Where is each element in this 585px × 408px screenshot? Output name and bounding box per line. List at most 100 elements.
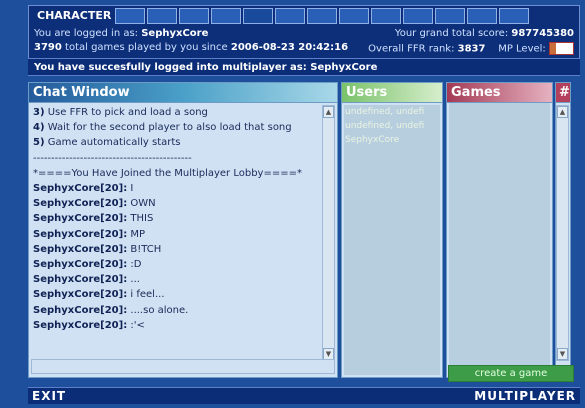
chat-message: SephyxCore[20]: ... (33, 272, 321, 287)
chat-message-prefix: SephyxCore[20]: (33, 319, 128, 331)
chat-message-prefix: SephyxCore[20]: (33, 289, 128, 301)
chat-message: ----------------------------------------… (33, 151, 321, 166)
chat-message: 5) Game automatically starts (33, 135, 321, 150)
users-panel: Users undefined, undefi undefined, undef… (341, 82, 443, 378)
chat-message: SephyxCore[20]: i feel... (33, 287, 321, 302)
username: SephyxCore (141, 28, 209, 39)
chat-message-text: OWN (127, 198, 156, 210)
chat-message-text: ----------------------------------------… (33, 152, 192, 164)
tab-slot-7[interactable] (307, 8, 337, 24)
chat-message-text: ....so alone. (127, 304, 189, 316)
tab-slot-11[interactable] (435, 8, 465, 24)
games-scrollbar[interactable]: ▲ ▼ (556, 105, 569, 361)
tab-slot-3[interactable] (179, 8, 209, 24)
chat-message-prefix: SephyxCore[20]: (33, 183, 128, 195)
chat-message-text: Game automatically starts (44, 137, 181, 149)
chat-message-prefix: SephyxCore[20]: (33, 304, 128, 316)
chat-message-prefix: 4) (33, 122, 45, 134)
tab-slot-12[interactable] (467, 8, 497, 24)
chat-message-text: i feel... (127, 289, 165, 301)
chat-message-prefix: 5) (33, 137, 45, 149)
chat-message: 3) Use FFR to pick and load a song (33, 105, 321, 120)
chat-message: SephyxCore[20]: OWN (33, 196, 321, 211)
multiplayer-label: MULTIPLAYER (474, 389, 576, 403)
chat-message-text: MP (127, 228, 146, 240)
chat-log: 3) Use FFR to pick and load a song 4) Wai… (33, 105, 321, 355)
chat-message-prefix: SephyxCore[20]: (33, 243, 128, 255)
user-list-item[interactable]: undefined, undefi (345, 119, 424, 133)
bottom-bar: EXIT MULTIPLAYER (28, 387, 580, 404)
grand-total-info: Your grand total score: 987745380 (395, 28, 574, 39)
tab-slot-1[interactable] (115, 8, 145, 24)
chat-scrollbar[interactable]: ▲ ▼ (322, 105, 335, 361)
character-tabs: CHARACTER (33, 8, 529, 24)
chat-message-text: :D (127, 259, 142, 271)
chat-message-text: Wait for the second player to also load … (44, 122, 292, 134)
chat-message: SephyxCore[20]: MP (33, 227, 321, 242)
ffr-rank-label: Overall FFR rank: (368, 43, 455, 55)
games-played-label: total games played by you since (65, 42, 228, 53)
chat-message: *====You Have Joined the Multiplayer Lob… (33, 166, 321, 181)
chat-message-prefix: SephyxCore[20]: (33, 198, 128, 210)
chat-message-text: Use FFR to pick and load a song (44, 107, 208, 118)
tab-slot-13[interactable] (499, 8, 529, 24)
logged-in-info: You are logged in as: SephyxCore (34, 28, 208, 39)
chat-input[interactable] (31, 359, 335, 374)
chat-message: SephyxCore[20]: THIS (33, 211, 321, 226)
mp-level-value: 20 (558, 43, 572, 54)
chat-message-text: B!TCH (127, 243, 162, 255)
tab-slot-9[interactable] (371, 8, 401, 24)
chat-message-text: THIS (127, 213, 154, 225)
users-title: Users (342, 83, 442, 103)
chat-message: 4) Wait for the second player to also lo… (33, 120, 321, 135)
ffr-rank-value: 3837 (457, 43, 486, 55)
top-info-bar: CHARACTER You are logged in as: SephyxCo… (28, 5, 580, 59)
rank-info: Overall FFR rank: 3837 MP Level: 20 (368, 42, 574, 55)
chat-message-prefix: 3) (33, 107, 45, 118)
user-list-item[interactable]: undefined, undefi (345, 105, 424, 119)
games-played-info: 3790 total games played by you since 200… (34, 42, 348, 53)
tab-slot-4[interactable] (211, 8, 241, 24)
games-played-count: 3790 (34, 42, 62, 53)
games-count-column: # ▲ ▼ (555, 82, 571, 378)
tab-slot-10[interactable] (403, 8, 433, 24)
tab-slot-6[interactable] (275, 8, 305, 24)
games-title: Games (447, 83, 552, 103)
scroll-down-icon[interactable]: ▼ (557, 348, 568, 360)
games-panel: Games (446, 82, 553, 378)
tab-slot-2[interactable] (147, 8, 177, 24)
exit-button[interactable]: EXIT (32, 389, 66, 403)
users-list: undefined, undefi undefined, undefi Seph… (345, 105, 424, 147)
chat-message-text: :'< (127, 319, 145, 331)
chat-window-title: Chat Window (29, 83, 337, 103)
chat-message: SephyxCore[20]: I (33, 181, 321, 196)
chat-message: SephyxCore[20]: :'< (33, 318, 321, 333)
chat-message-prefix: SephyxCore[20]: (33, 228, 128, 240)
games-count-header: # (556, 83, 570, 103)
create-game-button[interactable]: create a game (448, 365, 574, 382)
games-list-area (449, 103, 550, 375)
chat-message-text: *====You Have Joined the Multiplayer Lob… (33, 167, 302, 179)
chat-message: SephyxCore[20]: :D (33, 257, 321, 272)
chat-message-prefix: SephyxCore[20]: (33, 213, 128, 225)
chat-message-text: ... (127, 274, 140, 286)
chat-message: SephyxCore[20]: ....so alone. (33, 303, 321, 318)
chat-window-panel: Chat Window 3) Use FFR to pick and load … (28, 82, 338, 378)
chat-message: SephyxCore[20]: B!TCH (33, 242, 321, 257)
chat-message-text: I (127, 183, 134, 195)
mp-level-box: 20 (549, 42, 574, 55)
grand-total-label: Your grand total score: (394, 28, 509, 39)
chat-message-prefix: SephyxCore[20]: (33, 259, 128, 271)
user-list-item[interactable]: SephyxCore (345, 133, 424, 147)
tab-slot-8[interactable] (339, 8, 369, 24)
scroll-up-icon[interactable]: ▲ (323, 106, 334, 118)
chat-message-prefix: SephyxCore[20]: (33, 274, 128, 286)
grand-total-value: 987745380 (511, 28, 574, 39)
mp-level-label: MP Level: (498, 43, 546, 55)
logged-in-label: You are logged in as: (34, 28, 139, 39)
tab-slot-5[interactable] (243, 8, 273, 24)
scroll-up-icon[interactable]: ▲ (557, 106, 568, 118)
login-message: You have succesfully logged into multipl… (28, 58, 580, 76)
since-date: 2006-08-23 20:42:16 (230, 42, 349, 53)
tab-character[interactable]: CHARACTER (33, 8, 113, 24)
